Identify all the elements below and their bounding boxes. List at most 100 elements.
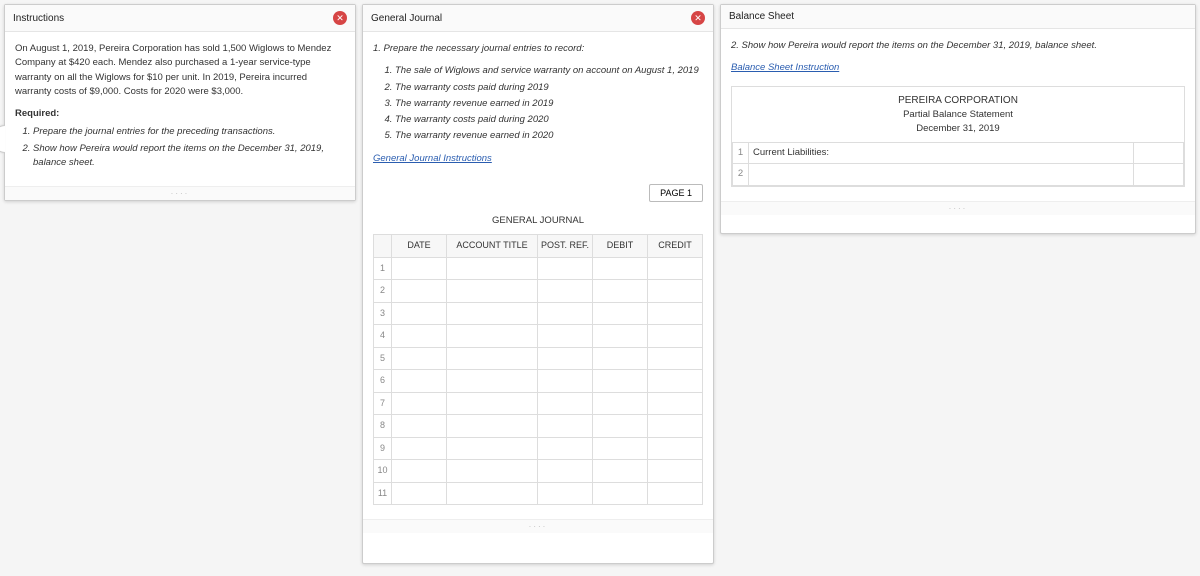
general-journal-instructions-link[interactable]: General Journal Instructions bbox=[373, 152, 492, 166]
table-row: 9 bbox=[374, 437, 703, 460]
date-cell[interactable] bbox=[392, 437, 447, 460]
panel-instructions-header: Instructions ✕ bbox=[5, 5, 355, 32]
credit-cell[interactable] bbox=[648, 347, 703, 370]
resize-grip[interactable]: ···· bbox=[721, 201, 1195, 215]
post-ref-cell[interactable] bbox=[538, 347, 593, 370]
debit-cell[interactable] bbox=[593, 302, 648, 325]
date-cell[interactable] bbox=[392, 347, 447, 370]
instructions-text: On August 1, 2019, Pereira Corporation h… bbox=[15, 42, 345, 99]
debit-cell[interactable] bbox=[593, 280, 648, 303]
bs-intro: 2. Show how Pereira would report the ite… bbox=[731, 39, 1185, 53]
post-ref-cell[interactable] bbox=[538, 280, 593, 303]
date-cell[interactable] bbox=[392, 257, 447, 280]
debit-cell[interactable] bbox=[593, 325, 648, 348]
credit-cell[interactable] bbox=[648, 370, 703, 393]
post-ref-cell[interactable] bbox=[538, 302, 593, 325]
rownum-cell: 5 bbox=[374, 347, 392, 370]
table-row: 4 bbox=[374, 325, 703, 348]
account-title-cell[interactable] bbox=[447, 392, 538, 415]
debit-cell[interactable] bbox=[593, 370, 648, 393]
post-ref-cell[interactable] bbox=[538, 325, 593, 348]
panel-instructions: Instructions ✕ On August 1, 2019, Pereir… bbox=[4, 4, 356, 201]
required-item: Prepare the journal entries for the prec… bbox=[33, 125, 345, 139]
account-title-cell[interactable] bbox=[447, 302, 538, 325]
account-title-cell[interactable] bbox=[447, 437, 538, 460]
col-account-title: ACCOUNT TITLE bbox=[447, 235, 538, 258]
debit-cell[interactable] bbox=[593, 392, 648, 415]
debit-cell[interactable] bbox=[593, 347, 648, 370]
debit-cell[interactable] bbox=[593, 437, 648, 460]
credit-cell[interactable] bbox=[648, 302, 703, 325]
date-cell[interactable] bbox=[392, 415, 447, 438]
debit-cell[interactable] bbox=[593, 460, 648, 483]
post-ref-cell[interactable] bbox=[538, 370, 593, 393]
credit-cell[interactable] bbox=[648, 257, 703, 280]
panel-balance-sheet: Balance Sheet 2. Show how Pereira would … bbox=[720, 4, 1196, 234]
post-ref-cell[interactable] bbox=[538, 415, 593, 438]
date-cell[interactable] bbox=[392, 370, 447, 393]
workspace: Instructions ✕ On August 1, 2019, Pereir… bbox=[4, 4, 1196, 564]
post-ref-cell[interactable] bbox=[538, 482, 593, 505]
gj-intro: 1. Prepare the necessary journal entries… bbox=[373, 42, 703, 56]
debit-cell[interactable] bbox=[593, 415, 648, 438]
debit-cell[interactable] bbox=[593, 257, 648, 280]
credit-cell[interactable] bbox=[648, 460, 703, 483]
gj-sub-item: The warranty revenue earned in 2020 bbox=[395, 129, 703, 143]
date-cell[interactable] bbox=[392, 325, 447, 348]
account-title-cell[interactable] bbox=[447, 257, 538, 280]
date-cell[interactable] bbox=[392, 460, 447, 483]
col-rownum bbox=[374, 235, 392, 258]
bs-amount-cell[interactable] bbox=[1134, 164, 1184, 185]
debit-cell[interactable] bbox=[593, 482, 648, 505]
post-ref-cell[interactable] bbox=[538, 257, 593, 280]
close-icon[interactable]: ✕ bbox=[333, 11, 347, 25]
gj-sub-item: The warranty costs paid during 2019 bbox=[395, 81, 703, 95]
balance-sheet-table: 1Current Liabilities:2 bbox=[732, 142, 1184, 186]
table-row: 6 bbox=[374, 370, 703, 393]
rownum-cell: 4 bbox=[374, 325, 392, 348]
table-row: 11 bbox=[374, 482, 703, 505]
table-row: 5 bbox=[374, 347, 703, 370]
page-button[interactable]: PAGE 1 bbox=[649, 184, 703, 202]
credit-cell[interactable] bbox=[648, 280, 703, 303]
col-credit: CREDIT bbox=[648, 235, 703, 258]
bs-date: December 31, 2019 bbox=[736, 122, 1180, 136]
panel-balance-sheet-body: 2. Show how Pereira would report the ite… bbox=[721, 29, 1195, 201]
credit-cell[interactable] bbox=[648, 392, 703, 415]
date-cell[interactable] bbox=[392, 482, 447, 505]
account-title-cell[interactable] bbox=[447, 325, 538, 348]
credit-cell[interactable] bbox=[648, 437, 703, 460]
rownum-cell: 6 bbox=[374, 370, 392, 393]
rownum-cell: 3 bbox=[374, 302, 392, 325]
account-title-cell[interactable] bbox=[447, 280, 538, 303]
required-item: Show how Pereira would report the items … bbox=[33, 142, 345, 171]
date-cell[interactable] bbox=[392, 280, 447, 303]
date-cell[interactable] bbox=[392, 392, 447, 415]
credit-cell[interactable] bbox=[648, 482, 703, 505]
post-ref-cell[interactable] bbox=[538, 460, 593, 483]
account-title-cell[interactable] bbox=[447, 482, 538, 505]
bs-label-cell[interactable] bbox=[749, 164, 1134, 185]
bs-label-cell[interactable]: Current Liabilities: bbox=[749, 143, 1134, 164]
panel-collapse-tab[interactable] bbox=[0, 125, 5, 153]
gj-sub-item: The warranty revenue earned in 2019 bbox=[395, 97, 703, 111]
close-icon[interactable]: ✕ bbox=[691, 11, 705, 25]
credit-cell[interactable] bbox=[648, 415, 703, 438]
table-row: 2 bbox=[733, 164, 1184, 185]
post-ref-cell[interactable] bbox=[538, 392, 593, 415]
journal-table: DATE ACCOUNT TITLE POST. REF. DEBIT CRED… bbox=[373, 234, 703, 505]
account-title-cell[interactable] bbox=[447, 415, 538, 438]
post-ref-cell[interactable] bbox=[538, 437, 593, 460]
balance-sheet-instructions-link[interactable]: Balance Sheet Instruction bbox=[731, 61, 839, 75]
bs-amount-cell[interactable] bbox=[1134, 143, 1184, 164]
resize-grip[interactable]: ···· bbox=[363, 519, 713, 533]
credit-cell[interactable] bbox=[648, 325, 703, 348]
date-cell[interactable] bbox=[392, 302, 447, 325]
account-title-cell[interactable] bbox=[447, 370, 538, 393]
account-title-cell[interactable] bbox=[447, 460, 538, 483]
resize-grip[interactable]: ···· bbox=[5, 186, 355, 200]
col-post-ref: POST. REF. bbox=[538, 235, 593, 258]
rownum-cell: 2 bbox=[733, 164, 749, 185]
panel-balance-sheet-header: Balance Sheet bbox=[721, 5, 1195, 29]
account-title-cell[interactable] bbox=[447, 347, 538, 370]
